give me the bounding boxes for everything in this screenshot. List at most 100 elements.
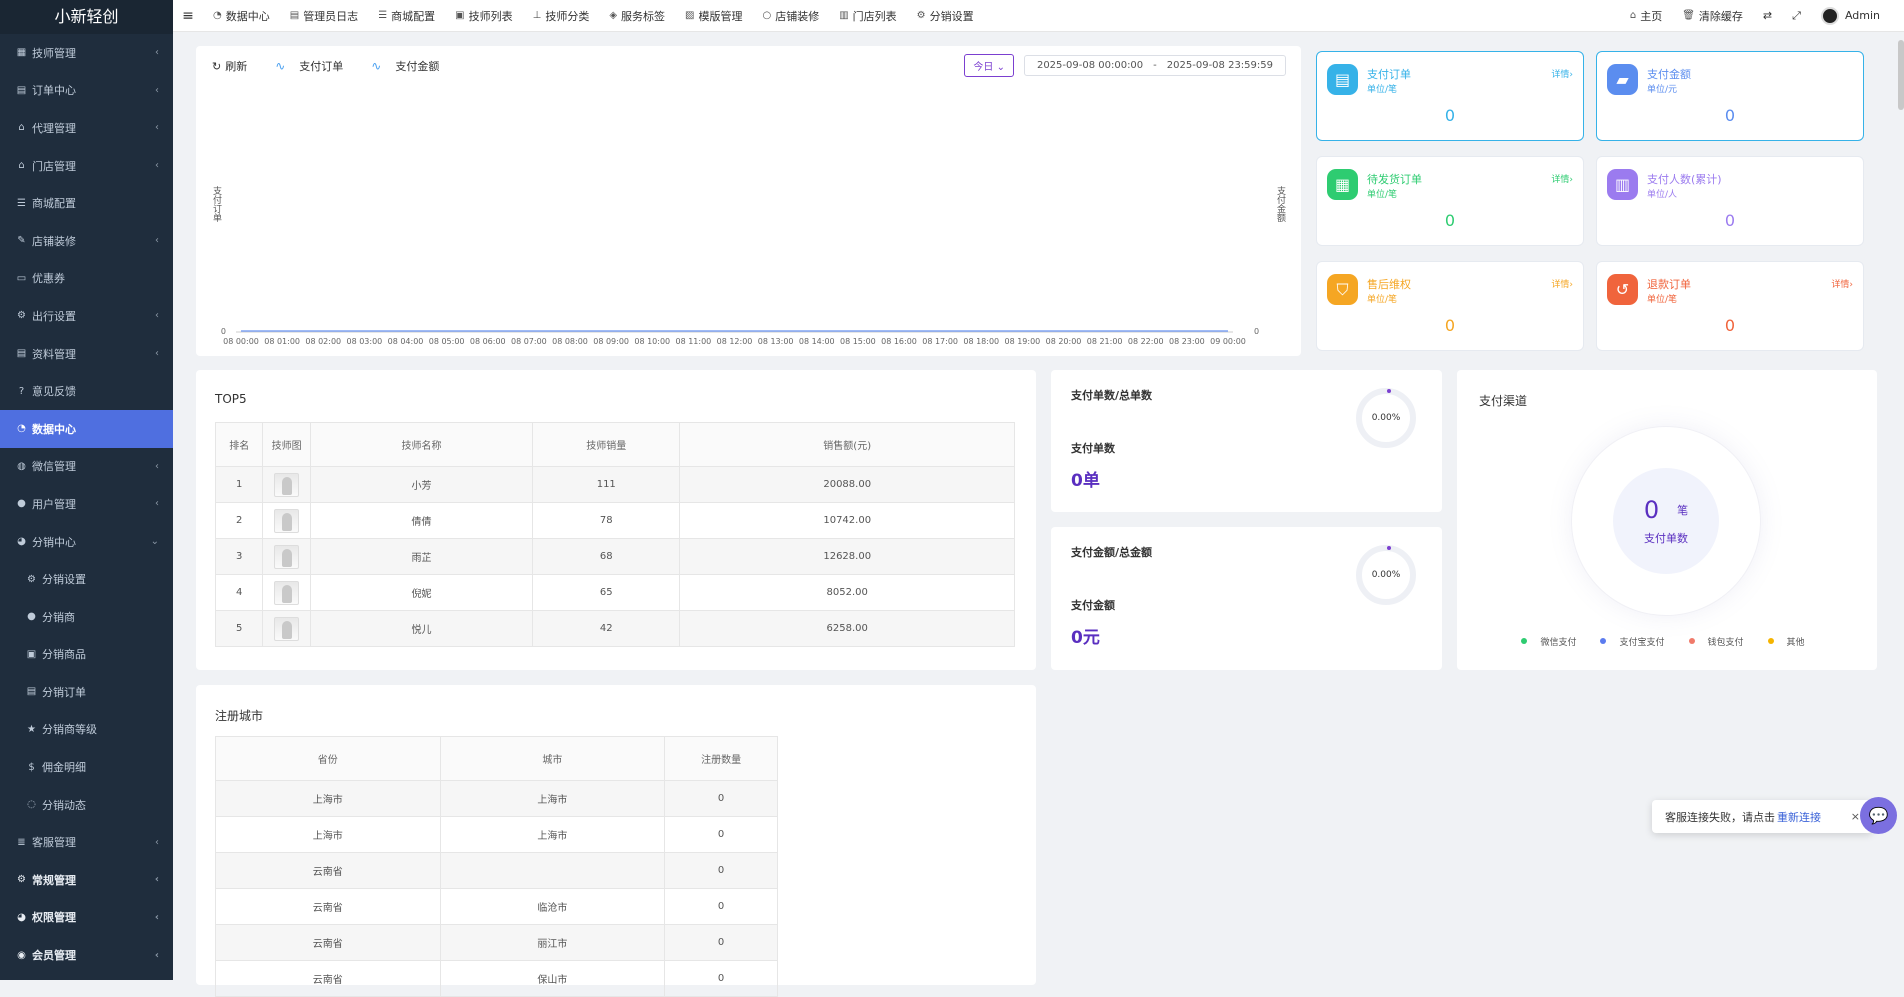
sidebar-item[interactable]: ✎ 店铺装修 ‹ (0, 222, 173, 260)
top-tab[interactable]: ⚙ 分销设置 (907, 0, 984, 32)
sidebar-item[interactable]: ≣ 客服管理 ‹ (0, 823, 173, 861)
comments-icon: ◌ (27, 799, 36, 811)
channel-legend-item[interactable]: 微信支付 (1521, 635, 1584, 648)
chevron-icon: ‹ (155, 498, 159, 510)
sidebar-item[interactable]: $ 佣金明细 (0, 748, 173, 786)
sidebar-item[interactable]: ? 意见反馈 (0, 372, 173, 410)
sidebar-item[interactable]: ⚙ 常规管理 ‹ (0, 861, 173, 899)
chat-icon[interactable]: 💬 (1860, 797, 1897, 834)
sliders-icon: ☰ (17, 197, 26, 209)
chevron-icon: ‹ (155, 348, 159, 360)
sidebar-item[interactable]: ▭ 优惠券 (0, 260, 173, 298)
user-icon: ● (27, 611, 36, 623)
photo-cell (262, 466, 311, 503)
top-tab[interactable]: ◈ 服务标签 (599, 0, 675, 32)
home-link[interactable]: ⌂ 主页 (1620, 0, 1672, 32)
channel-legend-item[interactable]: 其他 (1767, 635, 1813, 648)
user-menu[interactable]: Admin (1811, 0, 1904, 32)
chevron-icon: ‹ (155, 122, 159, 134)
sidebar-item[interactable]: ▤ 分销订单 (0, 673, 173, 711)
sidebar-item[interactable]: ◕ 分销中心 ⌄ (0, 523, 173, 561)
top-tab-label: 管理员日志 (303, 9, 359, 23)
stat-detail-link[interactable]: 详情› (1551, 277, 1573, 290)
top5-title: TOP5 (215, 392, 247, 406)
chevron-icon: ‹ (155, 310, 159, 322)
calendar-icon: ▦ (1327, 169, 1358, 200)
sidebar-item-label: 分销中心 (32, 535, 76, 549)
brand-logo[interactable]: 小新轻创 (0, 0, 173, 34)
doc-icon: ▤ (16, 84, 27, 96)
sitemap-icon: ⊥ (532, 10, 542, 21)
translate-button[interactable]: ⇄ (1753, 0, 1782, 32)
top-tab[interactable]: ▣ 技师列表 (445, 0, 522, 32)
sidebar-item[interactable]: ◌ 分销动态 (0, 786, 173, 824)
sidebar-item[interactable]: ▤ 资料管理 ‹ (0, 335, 173, 373)
orders-ratio-title: 支付单数/总单数 (1071, 389, 1153, 402)
sidebar-item-label: 用户管理 (32, 497, 76, 511)
sidebar-item[interactable]: ● 分销商 (0, 598, 173, 636)
province-cell: 上海市 (215, 780, 441, 817)
x-tick-label: 08 13:00 (758, 337, 794, 346)
sidebar-item-label: 店铺装修 (32, 234, 76, 248)
sidebar-item[interactable]: ☰ 商城配置 (0, 184, 173, 222)
x-tick-label: 08 00:00 (223, 337, 259, 346)
top-tab[interactable]: ▤ 管理员日志 (280, 0, 368, 32)
column-header: 技师销量 (532, 422, 681, 467)
sidebar-item[interactable]: ⌂ 代理管理 ‹ (0, 109, 173, 147)
top-tab[interactable]: ▥ 门店列表 (829, 0, 906, 32)
person-icon (281, 620, 292, 639)
close-icon[interactable]: × (1851, 810, 1860, 823)
sidebar-item[interactable]: ▤ 订单中心 ‹ (0, 72, 173, 110)
x-tick-label: 09 00:00 (1210, 337, 1246, 346)
sidebar-item[interactable]: ◔ 数据中心 (0, 409, 173, 448)
reconnect-link[interactable]: 重新连接 (1777, 809, 1821, 825)
sidebar-item[interactable]: ▣ 分销商品 (0, 636, 173, 674)
top-tab[interactable]: ○ 店铺装修 (752, 0, 829, 32)
stat-value: 0 (1724, 316, 1736, 335)
table-header-row: 排名 技师图 技师名称 技师销量 销售额(元) (214, 422, 1015, 467)
legend-dot-icon (1688, 638, 1695, 644)
person-icon (281, 476, 292, 495)
count-cell: 0 (664, 852, 778, 889)
channel-legend-item[interactable]: 钱包支付 (1688, 635, 1752, 648)
sidebar-item[interactable]: ◕ 权限管理 ‹ (0, 899, 173, 937)
sidebar-item[interactable]: ● 用户管理 ‹ (0, 485, 173, 523)
fullscreen-button[interactable]: ⤢ (1782, 0, 1811, 32)
sidebar-item[interactable]: ⚙ 分销设置 (0, 560, 173, 598)
sidebar-item[interactable]: ▦ 技师管理 ‹ (0, 34, 173, 72)
page-scrollbar[interactable] (1898, 40, 1904, 110)
channel-legend-item[interactable]: 支付宝支付 (1600, 635, 1672, 648)
stat-detail-link[interactable]: 详情› (1551, 172, 1573, 185)
coupon-icon: ▭ (16, 272, 27, 284)
stat-unit: 单位/人 (1647, 190, 1678, 200)
sidebar-item[interactable]: ◍ 微信管理 ‹ (0, 448, 173, 486)
sidebar-item[interactable]: ◉ 会员管理 ‹ (0, 936, 173, 974)
top5-table: 排名 技师图 技师名称 技师销量 销售额(元) 1 小芳 111 20088.00 2 倩倩 78 10… (214, 422, 1015, 647)
top-tab[interactable]: ◔ 数据中心 (203, 0, 280, 32)
building-icon: ▥ (839, 10, 849, 21)
legend-dot-icon (1600, 638, 1607, 644)
sidebar-item[interactable]: ⚙ 出行设置 ‹ (0, 297, 173, 335)
top-tab[interactable]: ⊥ 技师分类 (523, 0, 600, 32)
name-cell: 小芳 (309, 466, 534, 503)
top-tab[interactable]: ▨ 模版管理 (675, 0, 752, 32)
x-tick-label: 08 18:00 (963, 337, 999, 346)
orders-ratio-percent: 0.00% (1371, 413, 1401, 423)
progress-dot (1387, 546, 1391, 550)
menu-toggle-icon[interactable]: ≡ (173, 8, 203, 24)
stat-value: 0 (1724, 211, 1736, 230)
stat-title: 支付人数(累计) (1647, 173, 1722, 186)
stat-title: 待发货订单 (1367, 173, 1422, 186)
stat-value: 0 (1724, 106, 1736, 125)
stat-unit: 单位/笔 (1367, 85, 1398, 95)
stat-detail-link[interactable]: 详情› (1551, 67, 1573, 80)
clear-cache-button[interactable]: 🗑 清除缓存 (1672, 0, 1753, 32)
sidebar-item[interactable]: ★ 分销商等级 (0, 711, 173, 749)
avatar (1820, 6, 1839, 25)
stat-detail-link[interactable]: 详情› (1831, 277, 1853, 290)
rank-cell: 4 (214, 574, 264, 611)
top-tab[interactable]: ☰ 商城配置 (368, 0, 445, 32)
top-tab-label: 技师列表 (468, 9, 513, 23)
sidebar-item[interactable]: ⌂ 门店管理 ‹ (0, 147, 173, 185)
dashboard-icon: ◔ (213, 10, 222, 21)
